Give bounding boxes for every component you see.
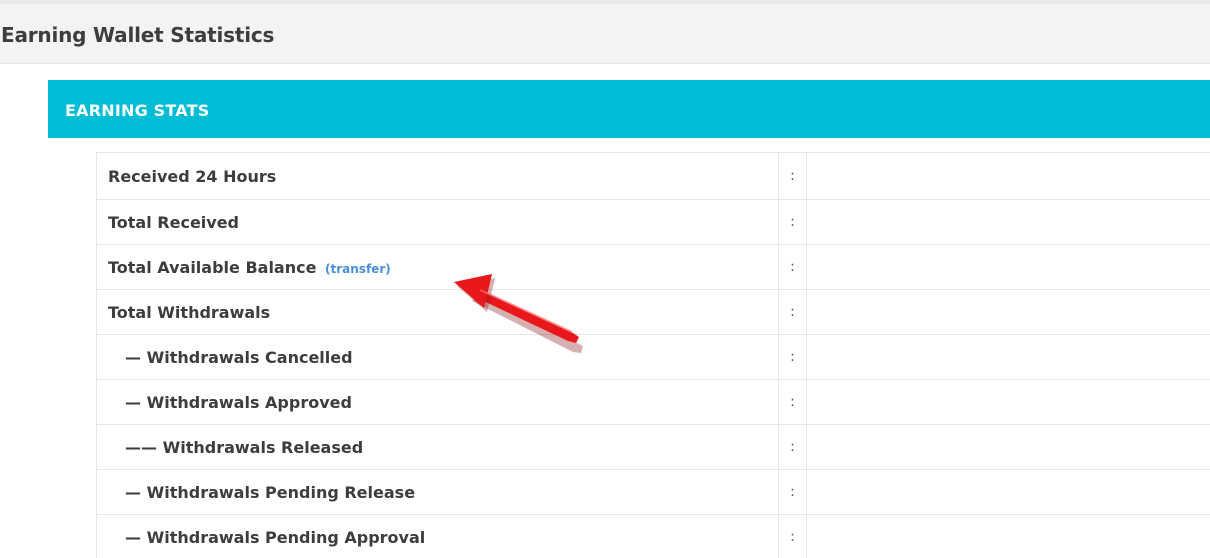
table-row: —— Withdrawals Released : xyxy=(96,424,1210,470)
earning-stats-table: Received 24 Hours : Total Received : Tot… xyxy=(96,152,1210,558)
row-label-total-available-balance: Total Available Balance (transfer) xyxy=(96,244,779,290)
earning-stats-header: EARNING STATS xyxy=(48,80,1210,138)
row-separator: : xyxy=(778,289,807,335)
row-separator: : xyxy=(778,379,807,425)
table-row: — Withdrawals Approved : xyxy=(96,379,1210,425)
row-separator: : xyxy=(778,469,807,515)
row-separator: : xyxy=(778,244,807,290)
row-value-total-received xyxy=(806,199,1210,245)
row-separator: : xyxy=(778,424,807,470)
row-separator: : xyxy=(778,334,807,380)
row-label-withdrawals-cancelled: — Withdrawals Cancelled xyxy=(96,334,779,380)
table-row: — Withdrawals Cancelled : xyxy=(96,334,1210,380)
row-label-total-withdrawals: Total Withdrawals xyxy=(96,289,779,335)
table-row: Total Withdrawals : xyxy=(96,289,1210,335)
row-separator: : xyxy=(778,152,807,200)
row-value-withdrawals-pending-approval xyxy=(806,514,1210,558)
transfer-link[interactable]: (transfer) xyxy=(325,262,391,276)
row-separator: : xyxy=(778,199,807,245)
row-value-withdrawals-pending-release xyxy=(806,469,1210,515)
row-value-withdrawals-released xyxy=(806,424,1210,470)
page-header: Earning Wallet Statistics xyxy=(0,4,1210,64)
row-label-total-received: Total Received xyxy=(96,199,779,245)
row-label-withdrawals-approved: — Withdrawals Approved xyxy=(96,379,779,425)
row-label-withdrawals-pending-release: — Withdrawals Pending Release xyxy=(96,469,779,515)
table-row: Total Available Balance (transfer) : xyxy=(96,244,1210,290)
red-arrow-icon xyxy=(454,274,583,353)
table-row: — Withdrawals Pending Release : xyxy=(96,469,1210,515)
row-value-withdrawals-approved xyxy=(806,379,1210,425)
table-row: — Withdrawals Pending Approval : xyxy=(96,514,1210,558)
row-value-total-withdrawals xyxy=(806,289,1210,335)
row-label-withdrawals-pending-approval: — Withdrawals Pending Approval xyxy=(96,514,779,558)
table-row: Received 24 Hours : xyxy=(96,152,1210,200)
earning-stats-title: EARNING STATS xyxy=(65,101,210,120)
table-row: Total Received : xyxy=(96,199,1210,245)
row-value-received-24-hours xyxy=(806,152,1210,200)
row-value-total-available-balance xyxy=(806,244,1210,290)
row-label-received-24-hours: Received 24 Hours xyxy=(96,152,779,200)
row-label-withdrawals-released: —— Withdrawals Released xyxy=(96,424,779,470)
row-separator: : xyxy=(778,514,807,558)
row-value-withdrawals-cancelled xyxy=(806,334,1210,380)
page: Earning Wallet Statistics EARNING STATS … xyxy=(0,0,1210,558)
total-available-balance-label: Total Available Balance xyxy=(108,257,317,277)
page-title: Earning Wallet Statistics xyxy=(1,23,275,47)
